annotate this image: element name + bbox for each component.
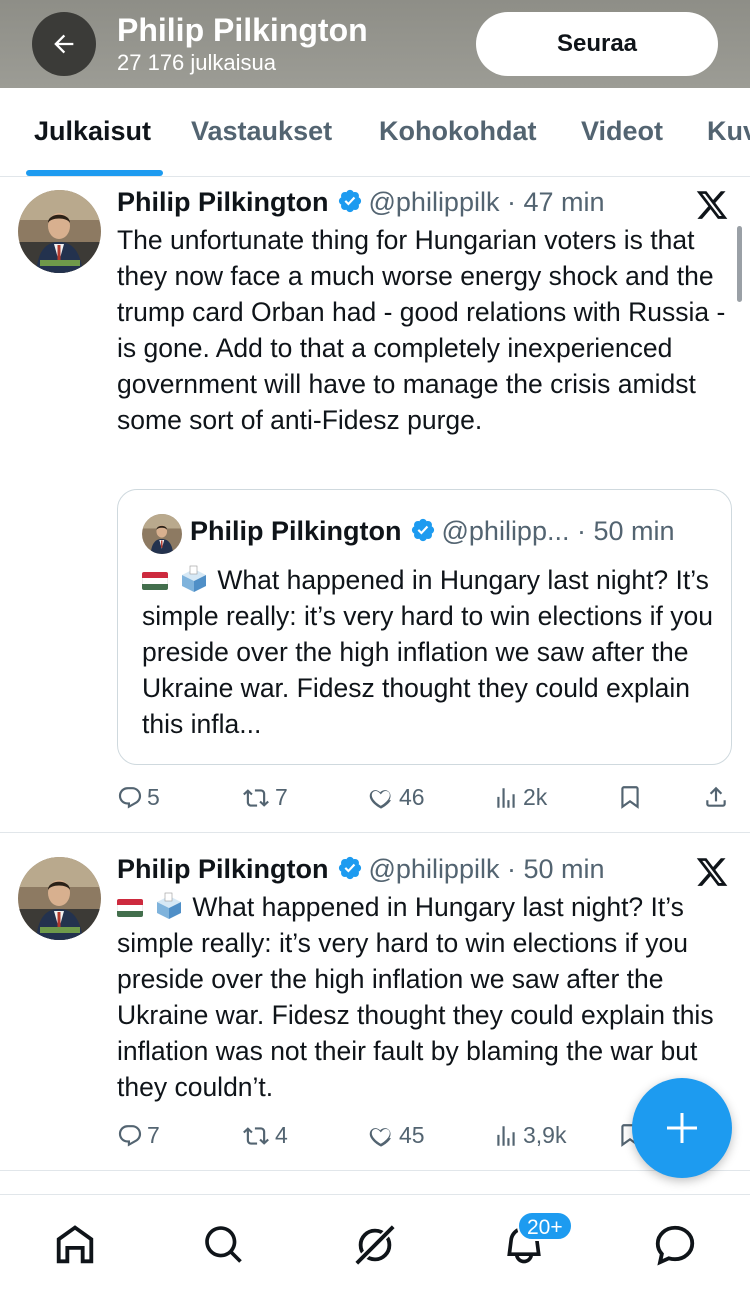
compose-plus-icon [667,1113,697,1143]
verified-badge-icon [338,856,361,880]
post-divider [0,1170,750,1171]
reply-button[interactable]: 7 [117,1122,160,1149]
notifications-badge: 20+ [517,1211,573,1241]
scrollbar[interactable] [737,226,742,302]
author-handle[interactable]: @philippilk [369,854,500,884]
post-body: What happened in Hungary last night? It’… [117,892,714,1102]
reply-count: 7 [147,1122,160,1148]
ballot-box-icon [157,892,182,919]
repost-count: 4 [275,1122,288,1148]
avatar[interactable] [18,857,101,940]
post-time[interactable]: · 50 min [507,854,605,884]
grok-icon [355,1225,395,1265]
nav-search[interactable] [200,1221,248,1269]
nav-grok[interactable] [351,1221,399,1269]
search-icon [205,1226,242,1263]
post-meta: Philip Pilkington @philippilk · 50 min [117,854,605,885]
nav-messages[interactable] [651,1221,699,1269]
nav-home[interactable] [51,1221,99,1269]
messages-icon [655,1225,695,1266]
bottom-nav: 20+ [0,1194,750,1294]
author-name[interactable]: Philip Pilkington [117,854,329,884]
like-icon [369,1127,391,1147]
x-logo-icon[interactable] [694,855,730,889]
views-button[interactable]: 3,9k [493,1122,566,1149]
home-icon [56,1225,94,1264]
like-count: 45 [399,1122,425,1148]
hungary-flag-icon [117,899,143,917]
like-button[interactable]: 45 [367,1122,425,1149]
repost-button[interactable]: 4 [241,1122,288,1149]
post[interactable]: Philip Pilkington @philippilk · 50 min Wh… [0,0,750,1170]
repost-icon [243,1126,269,1145]
post-text: What happened in Hungary last night? It’… [117,889,729,1105]
compose-button[interactable] [632,1078,732,1178]
reply-icon [118,1124,142,1146]
views-count: 3,9k [523,1122,567,1148]
views-icon [497,1125,515,1146]
